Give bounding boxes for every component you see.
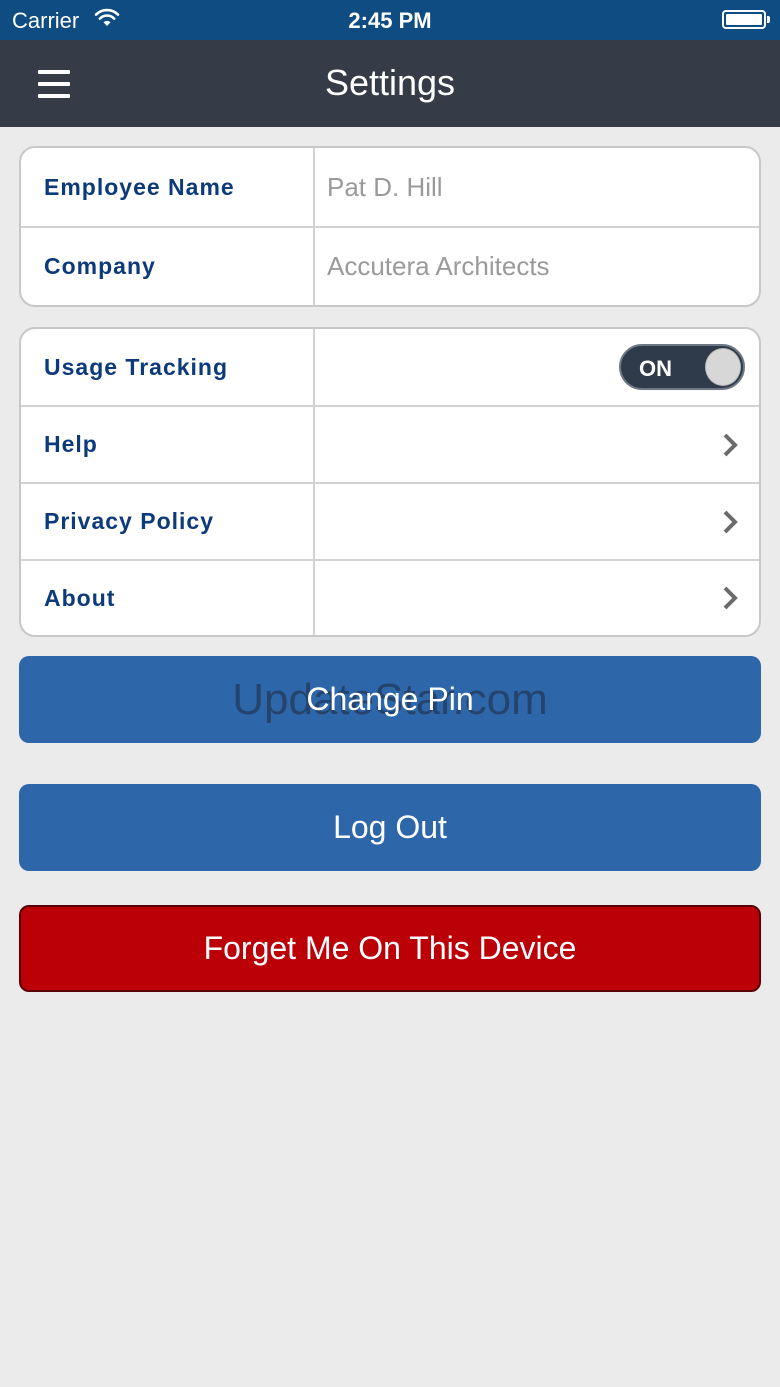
options-group: Usage Tracking ON Help Privacy Policy Ab… bbox=[19, 327, 761, 637]
nav-bar: Settings bbox=[0, 40, 780, 127]
company-value: Accutera Architects bbox=[327, 251, 550, 281]
status-bar: Carrier 2:45 PM bbox=[0, 0, 780, 40]
profile-group: Employee Name Pat D. Hill Company Accute… bbox=[19, 146, 761, 307]
log-out-label: Log Out bbox=[333, 809, 447, 845]
battery-icon bbox=[722, 10, 770, 29]
clock: 2:45 PM bbox=[348, 8, 432, 33]
toggle-knob bbox=[705, 348, 741, 386]
privacy-policy-label: Privacy Policy bbox=[21, 484, 315, 559]
change-pin-label: Change Pin bbox=[306, 681, 474, 717]
help-row[interactable]: Help bbox=[21, 407, 759, 484]
help-label: Help bbox=[21, 407, 315, 482]
usage-tracking-label: Usage Tracking bbox=[21, 329, 315, 405]
about-label: About bbox=[21, 561, 315, 635]
chevron-right-icon bbox=[723, 510, 738, 533]
chevron-right-icon bbox=[723, 433, 738, 456]
employee-name-value: Pat D. Hill bbox=[327, 171, 443, 202]
usage-tracking-toggle[interactable]: ON bbox=[619, 344, 745, 390]
page-title: Settings bbox=[324, 62, 456, 103]
usage-tracking-row: Usage Tracking ON bbox=[21, 329, 759, 407]
forget-device-button[interactable]: Forget Me On This Device bbox=[19, 905, 761, 992]
employee-name-label: Employee Name bbox=[21, 148, 315, 226]
change-pin-button[interactable]: Change Pin UpdateStar.com bbox=[19, 656, 761, 743]
log-out-button[interactable]: Log Out bbox=[19, 784, 761, 871]
privacy-policy-row[interactable]: Privacy Policy bbox=[21, 484, 759, 561]
employee-name-row: Employee Name Pat D. Hill bbox=[21, 148, 759, 228]
forget-device-label: Forget Me On This Device bbox=[203, 930, 577, 966]
chevron-right-icon bbox=[723, 586, 738, 610]
about-row[interactable]: About bbox=[21, 561, 759, 635]
toggle-state-label: ON bbox=[639, 356, 672, 381]
company-label: Company bbox=[21, 228, 315, 305]
company-row: Company Accutera Architects bbox=[21, 228, 759, 305]
